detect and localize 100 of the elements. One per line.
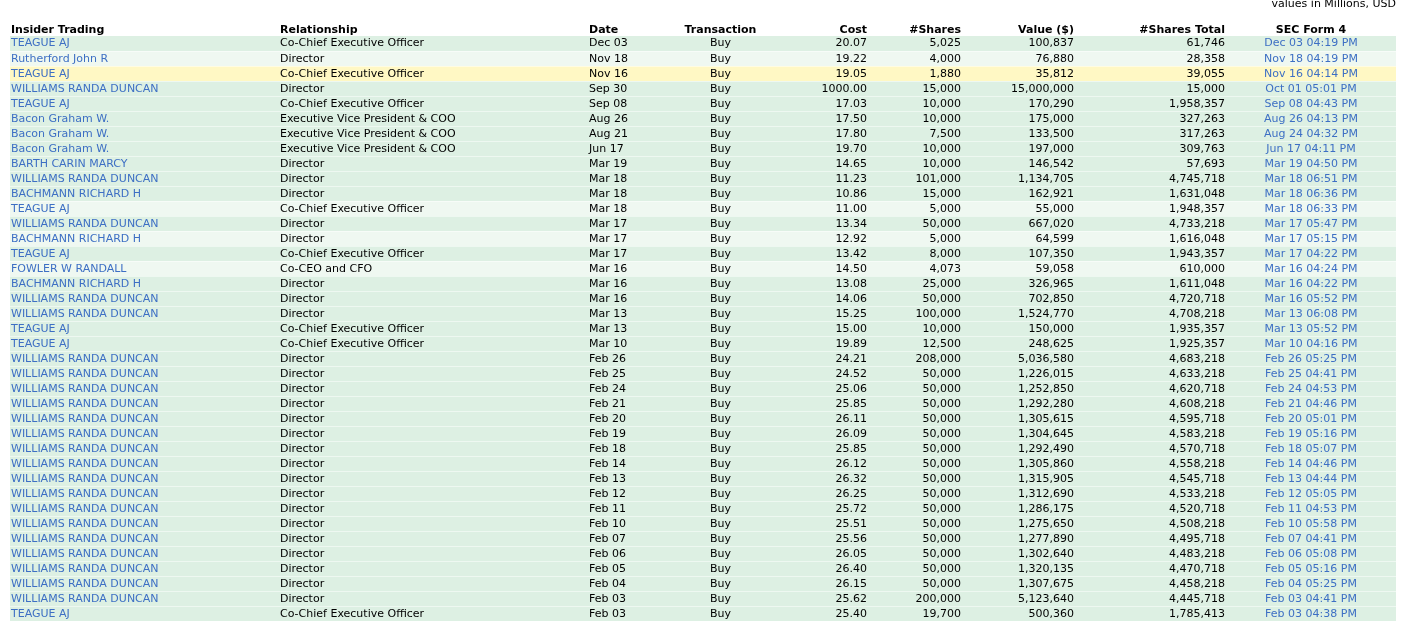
- shares-total-cell-text: 4,608,218: [1168, 396, 1225, 411]
- transaction-cell-text: Buy: [709, 546, 732, 561]
- cost-cell-text: 13.08: [834, 276, 867, 291]
- relationship-cell-text: Executive Vice President & COO: [280, 126, 457, 141]
- sec-form-link[interactable]: Mar 17 05:15 PM: [1228, 231, 1394, 246]
- sec-form-link[interactable]: Mar 18 06:36 PM: [1228, 186, 1394, 201]
- sec-form-link[interactable]: Jun 17 04:11 PM: [1228, 141, 1394, 156]
- sec-form-link[interactable]: Mar 10 04:16 PM: [1228, 336, 1394, 351]
- sec-form-link[interactable]: Sep 08 04:43 PM: [1228, 96, 1394, 111]
- sec-form-link[interactable]: Mar 18 06:51 PM: [1228, 171, 1394, 186]
- insider-link[interactable]: TEAGUE AJ: [11, 606, 277, 621]
- insider-link[interactable]: Bacon Graham W.: [11, 141, 277, 156]
- insider-link[interactable]: WILLIAMS RANDA DUNCAN: [11, 411, 277, 426]
- sec-form-link[interactable]: Feb 12 05:05 PM: [1228, 486, 1394, 501]
- sec-form-link[interactable]: Mar 16 04:24 PM: [1228, 261, 1394, 276]
- date-cell-text: Mar 18: [589, 171, 629, 186]
- insider-link[interactable]: WILLIAMS RANDA DUNCAN: [11, 501, 277, 516]
- insider-link[interactable]: WILLIAMS RANDA DUNCAN: [11, 546, 277, 561]
- insider-link[interactable]: WILLIAMS RANDA DUNCAN: [11, 456, 277, 471]
- sec-form-link[interactable]: Feb 18 05:07 PM: [1228, 441, 1394, 456]
- shares-cell-text: 10,000: [921, 141, 961, 156]
- sec-form-link[interactable]: Mar 18 06:33 PM: [1228, 201, 1394, 216]
- value-cell-text: 1,304,645: [1017, 426, 1074, 441]
- insider-link[interactable]: WILLIAMS RANDA DUNCAN: [11, 396, 277, 411]
- insider-link[interactable]: WILLIAMS RANDA DUNCAN: [11, 381, 277, 396]
- sec-form-link[interactable]: Feb 25 04:41 PM: [1228, 366, 1394, 381]
- cost-cell-text: 25.62: [834, 591, 867, 606]
- insider-link[interactable]: WILLIAMS RANDA DUNCAN: [11, 216, 277, 231]
- insider-link[interactable]: TEAGUE AJ: [11, 246, 277, 261]
- insider-link[interactable]: WILLIAMS RANDA DUNCAN: [11, 426, 277, 441]
- insider-link[interactable]: WILLIAMS RANDA DUNCAN: [11, 516, 277, 531]
- relationship-cell-text: Director: [280, 381, 326, 396]
- sec-form-link[interactable]: Feb 13 04:44 PM: [1228, 471, 1394, 486]
- cost-cell-text: 25.40: [834, 606, 867, 621]
- value-cell-text: 5,036,580: [1017, 351, 1074, 366]
- shares-cell-text: 8,000: [928, 246, 961, 261]
- insider-link[interactable]: BACHMANN RICHARD H: [11, 231, 277, 246]
- sec-form-link[interactable]: Mar 17 05:47 PM: [1228, 216, 1394, 231]
- insider-link[interactable]: BARTH CARIN MARCY: [11, 156, 277, 171]
- shares-total-cell-text: 4,633,218: [1168, 366, 1225, 381]
- insider-link[interactable]: TEAGUE AJ: [11, 66, 277, 81]
- shares-cell-text: 50,000: [921, 486, 961, 501]
- column-header: Insider Trading: [11, 23, 105, 36]
- cost-cell-text: 1000.00: [820, 81, 867, 96]
- insider-link[interactable]: TEAGUE AJ: [11, 336, 277, 351]
- sec-form-link[interactable]: Feb 10 05:58 PM: [1228, 516, 1394, 531]
- sec-form-link[interactable]: Feb 03 04:38 PM: [1228, 606, 1394, 621]
- shares-cell-text: 200,000: [914, 591, 961, 606]
- insider-link[interactable]: WILLIAMS RANDA DUNCAN: [11, 306, 277, 321]
- insider-link[interactable]: TEAGUE AJ: [11, 36, 277, 51]
- sec-form-link[interactable]: Feb 19 05:16 PM: [1228, 426, 1394, 441]
- sec-form-link[interactable]: Feb 06 05:08 PM: [1228, 546, 1394, 561]
- insider-link[interactable]: WILLIAMS RANDA DUNCAN: [11, 471, 277, 486]
- value-cell-text: 5,123,640: [1017, 591, 1074, 606]
- insider-link[interactable]: FOWLER W RANDALL: [11, 261, 277, 276]
- relationship-cell-text: Director: [280, 456, 326, 471]
- sec-form-link[interactable]: Feb 03 04:41 PM: [1228, 591, 1394, 606]
- insider-link[interactable]: Rutherford John R: [11, 51, 277, 66]
- insider-link[interactable]: TEAGUE AJ: [11, 96, 277, 111]
- sec-form-link[interactable]: Feb 26 05:25 PM: [1228, 351, 1394, 366]
- sec-form-link[interactable]: Feb 20 05:01 PM: [1228, 411, 1394, 426]
- sec-form-link[interactable]: Dec 03 04:19 PM: [1228, 36, 1394, 51]
- insider-link[interactable]: BACHMANN RICHARD H: [11, 276, 277, 291]
- sec-form-link[interactable]: Mar 19 04:50 PM: [1228, 156, 1394, 171]
- sec-form-link[interactable]: Feb 11 04:53 PM: [1228, 501, 1394, 516]
- sec-form-link[interactable]: Mar 17 04:22 PM: [1228, 246, 1394, 261]
- sec-form-link[interactable]: Mar 13 06:08 PM: [1228, 306, 1394, 321]
- relationship-cell-text: Director: [280, 291, 326, 306]
- sec-form-link[interactable]: Nov 18 04:19 PM: [1228, 51, 1394, 66]
- insider-link[interactable]: WILLIAMS RANDA DUNCAN: [11, 171, 277, 186]
- insider-link[interactable]: TEAGUE AJ: [11, 321, 277, 336]
- date-cell-text: Feb 25: [589, 366, 627, 381]
- insider-link[interactable]: BACHMANN RICHARD H: [11, 186, 277, 201]
- insider-link[interactable]: WILLIAMS RANDA DUNCAN: [11, 561, 277, 576]
- insider-link[interactable]: WILLIAMS RANDA DUNCAN: [11, 81, 277, 96]
- sec-form-link[interactable]: Oct 01 05:01 PM: [1228, 81, 1394, 96]
- insider-link[interactable]: Bacon Graham W.: [11, 126, 277, 141]
- sec-form-link[interactable]: Mar 13 05:52 PM: [1228, 321, 1394, 336]
- insider-link[interactable]: WILLIAMS RANDA DUNCAN: [11, 291, 277, 306]
- insider-link[interactable]: WILLIAMS RANDA DUNCAN: [11, 486, 277, 501]
- shares-total-cell-text: 4,545,718: [1168, 471, 1225, 486]
- sec-form-link[interactable]: Mar 16 04:22 PM: [1228, 276, 1394, 291]
- sec-form-link[interactable]: Mar 16 05:52 PM: [1228, 291, 1394, 306]
- sec-form-link[interactable]: Feb 07 04:41 PM: [1228, 531, 1394, 546]
- sec-form-link[interactable]: Feb 21 04:46 PM: [1228, 396, 1394, 411]
- sec-form-link[interactable]: Aug 26 04:13 PM: [1228, 111, 1394, 126]
- sec-form-link[interactable]: Feb 24 04:53 PM: [1228, 381, 1394, 396]
- insider-link[interactable]: WILLIAMS RANDA DUNCAN: [11, 576, 277, 591]
- insider-link[interactable]: WILLIAMS RANDA DUNCAN: [11, 591, 277, 606]
- insider-link[interactable]: TEAGUE AJ: [11, 201, 277, 216]
- sec-form-link[interactable]: Nov 16 04:14 PM: [1228, 66, 1394, 81]
- insider-link[interactable]: Bacon Graham W.: [11, 111, 277, 126]
- sec-form-link[interactable]: Aug 24 04:32 PM: [1228, 126, 1394, 141]
- sec-form-link[interactable]: Feb 14 04:46 PM: [1228, 456, 1394, 471]
- sec-form-link[interactable]: Feb 05 05:16 PM: [1228, 561, 1394, 576]
- insider-link[interactable]: WILLIAMS RANDA DUNCAN: [11, 351, 277, 366]
- insider-link[interactable]: WILLIAMS RANDA DUNCAN: [11, 366, 277, 381]
- sec-form-link[interactable]: Feb 04 05:25 PM: [1228, 576, 1394, 591]
- insider-link[interactable]: WILLIAMS RANDA DUNCAN: [11, 441, 277, 456]
- insider-link[interactable]: WILLIAMS RANDA DUNCAN: [11, 531, 277, 546]
